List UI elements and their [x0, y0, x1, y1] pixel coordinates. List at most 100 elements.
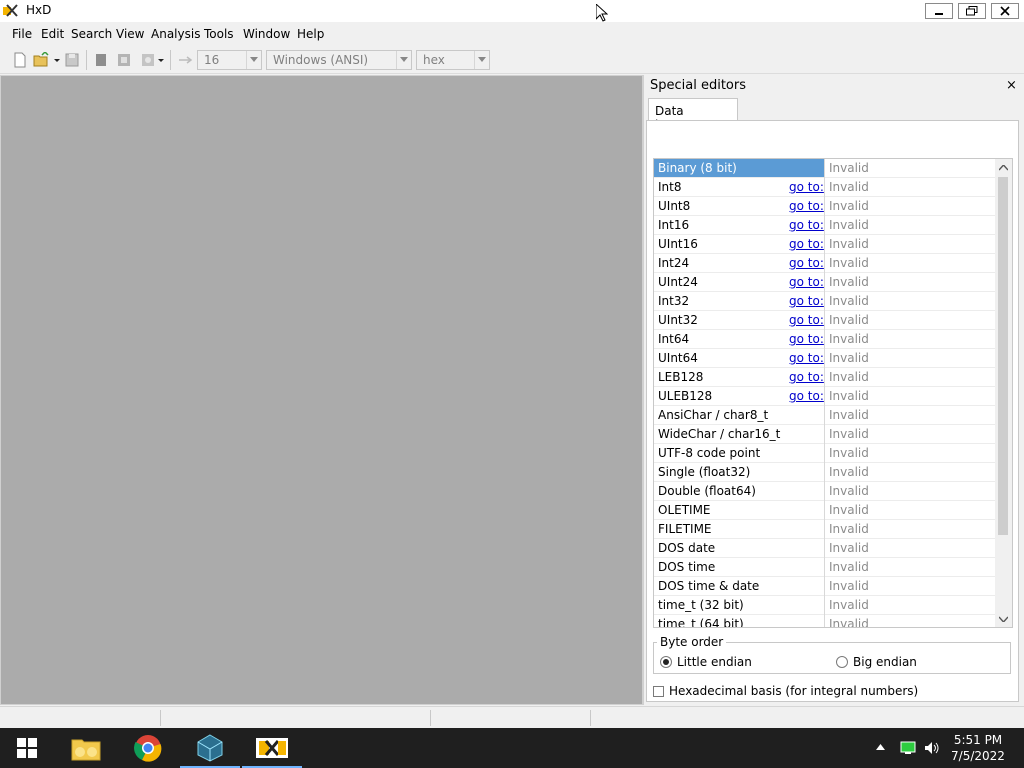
- taskbar-hxd[interactable]: [242, 728, 302, 768]
- scroll-down-icon[interactable]: [999, 616, 1008, 622]
- big-endian-radio[interactable]: Big endian: [836, 655, 917, 669]
- column-divider: [824, 539, 825, 558]
- inspector-row-name: OLETIME: [658, 503, 711, 517]
- menu-edit[interactable]: Edit: [41, 27, 64, 41]
- start-button[interactable]: [0, 728, 54, 768]
- inspector-row[interactable]: UInt8 go to: Invalid: [654, 197, 996, 216]
- goto-link[interactable]: go to:: [789, 237, 824, 251]
- inspector-row[interactable]: time_t (32 bit) Invalid: [654, 596, 996, 615]
- network-icon[interactable]: [900, 741, 916, 755]
- properties-icon[interactable]: [116, 52, 132, 68]
- taskbar-app[interactable]: [180, 728, 240, 768]
- inspector-row[interactable]: ULEB128 go to: Invalid: [654, 387, 996, 406]
- little-endian-radio[interactable]: Little endian: [660, 655, 752, 669]
- inspector-row[interactable]: Single (float32) Invalid: [654, 463, 996, 482]
- inspector-row[interactable]: DOS time Invalid: [654, 558, 996, 577]
- inspector-row-value: Invalid: [829, 598, 869, 612]
- export-dropdown-icon[interactable]: [156, 52, 166, 68]
- menu-tools[interactable]: Tools: [204, 27, 234, 41]
- inspector-row-name: Binary (8 bit): [654, 159, 824, 177]
- inspector-row[interactable]: Int32 go to: Invalid: [654, 292, 996, 311]
- bytes-per-row-select[interactable]: 16: [197, 50, 262, 70]
- menu-file[interactable]: File: [12, 27, 32, 41]
- inspector-row-value: Invalid: [829, 161, 869, 175]
- hex-basis-checkbox[interactable]: Hexadecimal basis (for integral numbers): [653, 684, 918, 698]
- inspector-row[interactable]: LEB128 go to: Invalid: [654, 368, 996, 387]
- tray-clock[interactable]: 5:51 PM 7/5/2022: [950, 732, 1006, 764]
- new-file-icon[interactable]: [12, 52, 28, 68]
- goto-link[interactable]: go to:: [789, 256, 824, 270]
- inspector-row[interactable]: OLETIME Invalid: [654, 501, 996, 520]
- inspector-row[interactable]: UTF-8 code point Invalid: [654, 444, 996, 463]
- volume-icon[interactable]: [924, 741, 940, 755]
- inspector-row[interactable]: Int64 go to: Invalid: [654, 330, 996, 349]
- inspector-row[interactable]: Int16 go to: Invalid: [654, 216, 996, 235]
- goto-link[interactable]: go to:: [789, 294, 824, 308]
- inspector-row-value: Invalid: [829, 408, 869, 422]
- inspector-row[interactable]: UInt32 go to: Invalid: [654, 311, 996, 330]
- inspector-row[interactable]: FILETIME Invalid: [654, 520, 996, 539]
- goto-link[interactable]: go to:: [789, 313, 824, 327]
- column-divider: [824, 197, 825, 216]
- toolbar: 16 Windows (ANSI) hex: [0, 46, 1024, 74]
- taskbar-file-explorer[interactable]: [56, 728, 116, 768]
- goto-link[interactable]: go to:: [789, 275, 824, 289]
- column-divider: [824, 216, 825, 235]
- inspector-row[interactable]: UInt64 go to: Invalid: [654, 349, 996, 368]
- goto-link[interactable]: go to:: [789, 389, 824, 403]
- inspector-row[interactable]: Int24 go to: Invalid: [654, 254, 996, 273]
- inspector-row[interactable]: UInt24 go to: Invalid: [654, 273, 996, 292]
- inspector-row[interactable]: Binary (8 bit) Invalid: [654, 159, 996, 178]
- scroll-up-icon[interactable]: [999, 164, 1008, 171]
- menu-window[interactable]: Window: [243, 27, 290, 41]
- inspector-row[interactable]: AnsiChar / char8_t Invalid: [654, 406, 996, 425]
- menu-analysis[interactable]: Analysis: [151, 27, 200, 41]
- little-endian-label: Little endian: [677, 655, 752, 669]
- save-icon[interactable]: [64, 52, 80, 68]
- menu-search[interactable]: Search: [71, 27, 112, 41]
- panel-close-button[interactable]: ×: [1006, 78, 1017, 93]
- inspector-row-value: Invalid: [829, 484, 869, 498]
- inspector-row[interactable]: Double (float64) Invalid: [654, 482, 996, 501]
- charset-select[interactable]: Windows (ANSI): [266, 50, 412, 70]
- offset-base-select[interactable]: hex: [416, 50, 490, 70]
- tab-data-inspector[interactable]: Data inspector: [648, 98, 738, 132]
- column-divider: [824, 482, 825, 501]
- restore-button[interactable]: [958, 3, 986, 19]
- minimize-button[interactable]: [925, 3, 953, 19]
- inspector-row[interactable]: UInt16 go to: Invalid: [654, 235, 996, 254]
- column-divider: [824, 292, 825, 311]
- open-folder-icon[interactable]: [33, 52, 49, 68]
- inspector-scrollbar[interactable]: [995, 159, 1012, 627]
- goto-link[interactable]: go to:: [789, 332, 824, 346]
- close-file-icon[interactable]: [93, 52, 109, 68]
- taskbar-chrome[interactable]: [118, 728, 178, 768]
- radio-selected-indicator: [660, 656, 672, 668]
- inspector-row-name: AnsiChar / char8_t: [658, 408, 769, 422]
- column-divider: [824, 235, 825, 254]
- goto-link[interactable]: go to:: [789, 218, 824, 232]
- inspector-row[interactable]: Int8 go to: Invalid: [654, 178, 996, 197]
- menu-view[interactable]: View: [116, 27, 144, 41]
- inspector-row-value: Invalid: [829, 427, 869, 441]
- column-divider: [824, 254, 825, 273]
- export-icon[interactable]: [140, 52, 156, 68]
- inspector-row[interactable]: time_t (64 bit) Invalid: [654, 615, 996, 628]
- goto-link[interactable]: go to:: [789, 370, 824, 384]
- scrollbar-thumb[interactable]: [998, 177, 1008, 535]
- goto-link[interactable]: go to:: [789, 180, 824, 194]
- inspector-row-value: Invalid: [829, 617, 869, 628]
- open-dropdown-icon[interactable]: [52, 52, 62, 68]
- close-window-button[interactable]: [991, 3, 1019, 19]
- inspector-row[interactable]: DOS time & date Invalid: [654, 577, 996, 596]
- tray-expand-icon[interactable]: [876, 744, 885, 750]
- column-divider: [824, 387, 825, 406]
- inspector-row-name: Single (float32): [658, 465, 751, 479]
- goto-link[interactable]: go to:: [789, 351, 824, 365]
- column-divider: [824, 520, 825, 539]
- goto-link[interactable]: go to:: [789, 199, 824, 213]
- inspector-row-value: Invalid: [829, 541, 869, 555]
- inspector-row[interactable]: DOS date Invalid: [654, 539, 996, 558]
- menu-help[interactable]: Help: [297, 27, 324, 41]
- inspector-row[interactable]: WideChar / char16_t Invalid: [654, 425, 996, 444]
